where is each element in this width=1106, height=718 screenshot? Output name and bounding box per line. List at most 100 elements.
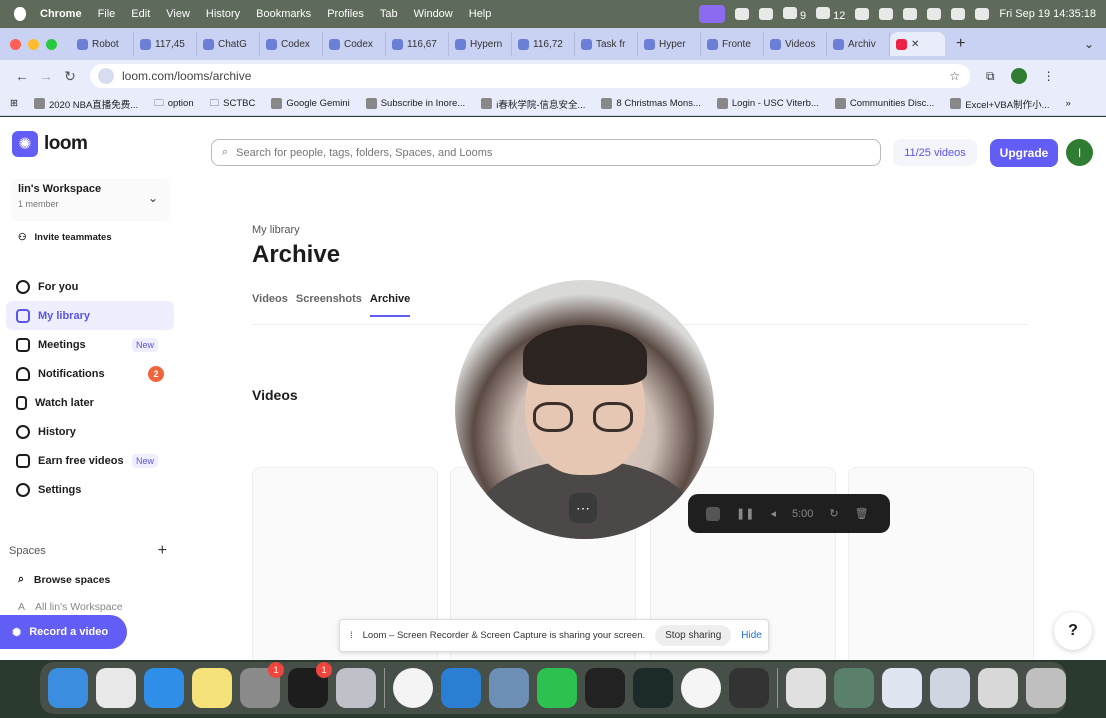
browser-tab[interactable]: Codex	[260, 32, 323, 56]
browse-spaces-link[interactable]: ⌕ Browse spaces	[18, 573, 110, 586]
sidebar-item-notifications[interactable]: Notifications 2	[6, 359, 174, 388]
box-app-icon[interactable]	[729, 668, 769, 708]
recent-window-icon[interactable]	[834, 668, 874, 708]
spotlight-icon[interactable]	[951, 8, 966, 20]
panda-app-icon[interactable]	[681, 668, 721, 708]
menu-bookmarks[interactable]: Bookmarks	[256, 8, 311, 20]
apps-grid-icon[interactable]: ⊞	[10, 98, 18, 109]
search-bar[interactable]: ⌕	[211, 139, 881, 166]
screen-record-icon[interactable]	[698, 5, 725, 23]
battery-indicator[interactable]: 9	[782, 6, 806, 22]
browser-tab[interactable]: Codex	[323, 32, 386, 56]
browser-tab[interactable]: 116,67	[386, 32, 449, 56]
shield-icon[interactable]	[734, 8, 749, 20]
browser-tab[interactable]: Hypern	[449, 32, 512, 56]
apple-icon[interactable]	[14, 7, 26, 21]
help-button[interactable]: ?	[1054, 612, 1092, 650]
browser-tab[interactable]: Videos	[764, 32, 827, 56]
user-avatar[interactable]: I	[1066, 139, 1093, 166]
bookmark-item[interactable]: Login - USC Viterb...	[716, 98, 819, 109]
finder-icon[interactable]	[48, 668, 88, 708]
new-tab-button[interactable]: +	[956, 35, 965, 53]
site-info-icon[interactable]	[98, 68, 114, 84]
bookmark-item[interactable]: Subscribe in Inore...	[365, 98, 465, 109]
minimize-window-icon[interactable]	[28, 38, 39, 50]
battery-full-icon[interactable]	[879, 8, 894, 20]
sidebar-item-watch-later[interactable]: Watch later	[6, 388, 174, 417]
recent-window-icon[interactable]	[978, 668, 1018, 708]
profile-avatar[interactable]	[1010, 68, 1027, 84]
menu-window[interactable]: Window	[414, 8, 453, 20]
browser-tab[interactable]: Robot	[71, 32, 134, 56]
preview-icon[interactable]	[489, 668, 529, 708]
tab-archive[interactable]: Archive	[369, 293, 411, 317]
workspace-switcher[interactable]: lin's Workspace 1 member ⌄	[10, 179, 170, 221]
chevron-down-icon[interactable]: ⌄	[1084, 37, 1094, 51]
activity-monitor-icon[interactable]	[633, 668, 673, 708]
browser-tab[interactable]: ChatG	[197, 32, 260, 56]
browser-tab[interactable]: Archiv	[827, 32, 890, 56]
bookmark-folder[interactable]: 🗀 SCTBC	[210, 96, 256, 112]
menu-file[interactable]: File	[98, 8, 116, 20]
camera-bubble[interactable]: ⋯	[455, 280, 714, 539]
menu-chrome[interactable]: Chrome	[40, 8, 82, 20]
clock[interactable]: Fri Sep 19 14:35:18	[999, 8, 1096, 20]
chrome-icon[interactable]	[393, 668, 433, 708]
control-center-icon[interactable]	[975, 8, 990, 20]
add-space-button[interactable]: +	[158, 542, 167, 560]
trash-icon[interactable]	[1026, 668, 1066, 708]
launchpad-icon[interactable]	[96, 668, 136, 708]
sidebar-item-my-library[interactable]: My library	[6, 301, 174, 330]
pause-icon[interactable]: ❚❚	[736, 507, 754, 520]
more-menu-icon[interactable]: ⋮	[1043, 69, 1055, 83]
browser-tab[interactable]: Task fr	[575, 32, 638, 56]
menu-edit[interactable]: Edit	[131, 8, 150, 20]
bookmark-item[interactable]: Communities Disc...	[834, 98, 934, 109]
bookmark-item[interactable]: 8 Christmas Mons...	[601, 98, 701, 109]
bookmark-item[interactable]: i春秋学院-信息安全...	[481, 97, 585, 111]
trash-icon[interactable]: 🗑	[855, 507, 869, 520]
tab-screenshots[interactable]: Screenshots	[296, 293, 362, 317]
iphone-mirroring-icon[interactable]	[336, 668, 376, 708]
close-window-icon[interactable]	[10, 38, 21, 50]
browser-tab[interactable]: Hyper	[638, 32, 701, 56]
vpn-icon[interactable]	[855, 8, 870, 20]
stop-recording-button[interactable]	[706, 506, 720, 521]
hide-button[interactable]: Hide	[741, 630, 762, 641]
terminal-icon[interactable]: 1	[288, 662, 332, 708]
sidebar-item-for-you[interactable]: For you	[6, 272, 174, 301]
menu-help[interactable]: Help	[469, 8, 492, 20]
vscode-icon[interactable]	[441, 668, 481, 708]
address-bar[interactable]: loom.com/looms/archive ☆	[90, 64, 970, 88]
reload-button[interactable]: ↻	[58, 68, 82, 85]
record-video-button[interactable]: ✺ Record a video	[0, 615, 127, 649]
mute-icon[interactable]: ◂	[770, 507, 776, 520]
search-input[interactable]	[236, 146, 880, 159]
bookmark-item[interactable]: 2020 NBA直播免费...	[33, 97, 138, 111]
forward-button[interactable]: →	[34, 68, 58, 84]
qq-icon[interactable]	[585, 668, 625, 708]
menu-tab[interactable]: Tab	[380, 8, 398, 20]
browser-tab[interactable]: 116,72	[512, 32, 575, 56]
video-usage-counter[interactable]: 11/25 videos	[893, 139, 977, 166]
sidebar-item-history[interactable]: History	[6, 417, 174, 446]
browser-tab[interactable]: Fronte	[701, 32, 764, 56]
bookmark-folder[interactable]: 🗀 option	[154, 96, 193, 112]
extensions-icon[interactable]: ⧉	[986, 69, 995, 84]
camera-options-button[interactable]: ⋯	[569, 493, 597, 523]
drag-handle-icon[interactable]: ⁞	[350, 630, 353, 641]
close-tab-icon[interactable]: ✕	[911, 39, 919, 50]
input-method-icon[interactable]	[927, 8, 942, 20]
feather-icon[interactable]	[758, 8, 773, 20]
browser-tab-active[interactable]: ✕	[890, 32, 946, 56]
wechat-status[interactable]: 12	[816, 6, 845, 22]
restart-icon[interactable]: ↻	[829, 507, 838, 520]
upgrade-button[interactable]: Upgrade	[990, 139, 1058, 167]
tab-videos[interactable]: Videos	[252, 293, 288, 317]
more-bookmarks-icon[interactable]: »	[1066, 98, 1071, 109]
menu-history[interactable]: History	[206, 8, 240, 20]
stop-sharing-button[interactable]: Stop sharing	[655, 625, 732, 646]
recent-window-icon[interactable]	[882, 668, 922, 708]
sidebar-item-meetings[interactable]: Meetings New	[6, 330, 174, 359]
invite-teammates-button[interactable]: ⚇ Invite teammates	[10, 225, 170, 249]
